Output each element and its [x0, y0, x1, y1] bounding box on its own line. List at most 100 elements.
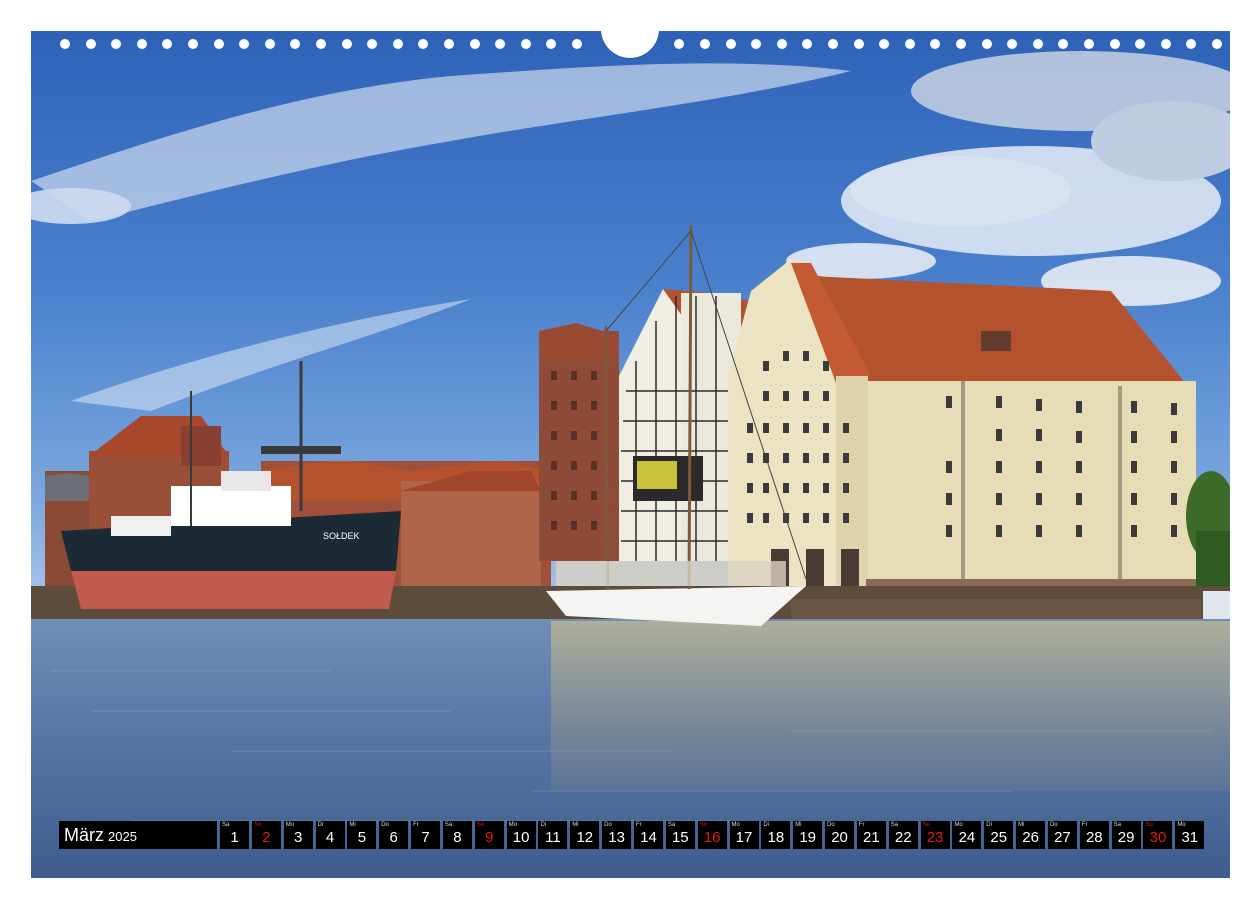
binding-hole: [802, 39, 813, 49]
binding-hole: [853, 39, 864, 49]
day-number: 3: [294, 829, 303, 846]
weekday-label: Sa: [222, 822, 230, 828]
binding-hole: [700, 39, 710, 49]
weekday-label: Di: [986, 822, 992, 828]
calendar-day: Do 27: [1047, 821, 1077, 849]
weekday-label: Fr: [413, 822, 419, 828]
day-number: 4: [325, 829, 335, 846]
binding-hole: [264, 39, 275, 49]
binding-hole: [1007, 39, 1018, 49]
binding-hole: [290, 39, 301, 49]
binding-hole: [956, 39, 966, 49]
day-number: 5: [357, 829, 367, 846]
weekday-label: Fr: [858, 822, 865, 828]
binding-hole: [469, 39, 480, 49]
ship-name-label: SOŁDEK: [323, 531, 360, 541]
weekday-label: So: [476, 822, 485, 828]
weekday-label: Mi: [349, 822, 356, 828]
binding-hole: [444, 39, 454, 49]
binding-hole: [341, 39, 352, 49]
binding-hole: [136, 39, 147, 49]
weekday-label: So: [1145, 822, 1153, 828]
calendar-day: Di 18: [761, 821, 791, 849]
binding-hole: [776, 39, 787, 49]
calendar-day: Mi 26: [1016, 821, 1046, 849]
calendar-day: Mo 24: [952, 821, 982, 849]
day-number: 22: [894, 829, 912, 846]
weekday-label: Mo: [954, 822, 963, 828]
harbor-scene: SOŁDEK: [31, 51, 1230, 878]
weekday-label: Fr: [1081, 822, 1088, 828]
day-number: 25: [990, 829, 1008, 846]
calendar-day: Di 25: [984, 821, 1014, 849]
binding-hole: [85, 39, 96, 49]
weekday-label: Do: [604, 822, 612, 828]
binding-hole: [572, 39, 582, 49]
calendar-day: Sa 1: [220, 821, 249, 849]
calendar-day: Sa 29: [1111, 821, 1141, 849]
day-number: 30: [1149, 829, 1167, 846]
spiral-binding: [31, 27, 1230, 59]
day-number: 23: [926, 829, 944, 846]
weekday-label: Mo: [285, 822, 295, 828]
weekday-label: Mi: [795, 822, 802, 828]
weekday-label: Fr: [635, 822, 642, 828]
binding-hole: [111, 39, 122, 49]
day-number: 1: [230, 829, 239, 846]
binding-hole: [1212, 39, 1222, 49]
calendar-day: Fr 21: [856, 821, 886, 849]
day-number: 10: [512, 829, 530, 846]
hanger-notch: [601, 27, 659, 58]
calendar-day: So 2: [251, 821, 281, 849]
calendar-day: Fr 28: [1079, 821, 1109, 849]
day-number: 15: [671, 829, 689, 846]
day-number: 27: [1054, 829, 1071, 846]
day-number: 14: [640, 829, 657, 846]
building-reflection: [551, 621, 1230, 791]
calendar-strip: März 2025 Sa 1 So 2 Mo 3 Di 4 Mi 5 Do 6 Fr 7 Sa 8 So 9 Mo 1…: [59, 821, 1207, 849]
calendar-day: Di 4: [315, 821, 345, 849]
calendar-day: Sa 22: [888, 821, 918, 849]
binding-hole: [495, 39, 506, 49]
month-name: März: [64, 824, 104, 845]
binding-hole: [60, 39, 70, 49]
month-label: März 2025: [59, 821, 217, 849]
day-number: 13: [608, 829, 625, 846]
calendar-page: SOŁDEK März 2025 Sa 1 So 2 Mo 3 Di 4 Mi 5 Do 6 Fr 7 Sa…: [0, 0, 1260, 908]
binding-hole: [367, 39, 378, 49]
weekday-label: Di: [763, 822, 770, 828]
binding-hole: [828, 39, 838, 49]
calendar-day: Sa 8: [442, 821, 472, 849]
weekday-label: Do: [827, 822, 835, 828]
calendar-day: Mo 17: [729, 821, 759, 849]
day-number: 16: [703, 829, 721, 846]
weekday-label: Mi: [572, 822, 579, 828]
calendar-day: Sa 15: [665, 821, 695, 849]
weekday-label: So: [699, 822, 707, 828]
day-number: 28: [1085, 829, 1103, 846]
day-number: 12: [576, 829, 594, 846]
day-number: 6: [389, 829, 398, 846]
calendar-day: Mi 5: [347, 821, 377, 849]
day-number: 2: [262, 829, 271, 846]
weekday-label: Mi: [1018, 822, 1025, 828]
weekday-label: Sa: [1113, 822, 1121, 828]
maritime-museum-building: [728, 259, 1196, 591]
day-number: 31: [1181, 829, 1199, 846]
weekday-label: Do: [381, 822, 389, 828]
day-number: 8: [453, 829, 462, 846]
day-number: 18: [767, 829, 785, 846]
weekday-label: Sa: [667, 822, 676, 828]
binding-hole: [546, 39, 557, 49]
weekday-label: Sa: [890, 822, 899, 828]
binding-hole: [162, 39, 173, 49]
calendar-day: Mi 12: [570, 821, 600, 849]
weekday-label: So: [922, 822, 930, 828]
binding-hole: [520, 39, 531, 49]
binding-hole: [981, 39, 992, 49]
weekday-label: Mo: [508, 822, 517, 828]
binding-hole: [1109, 39, 1120, 49]
calendar-day: Mo 3: [283, 821, 313, 849]
binding-hole: [188, 39, 198, 49]
calendar-day: So 9: [474, 821, 504, 849]
